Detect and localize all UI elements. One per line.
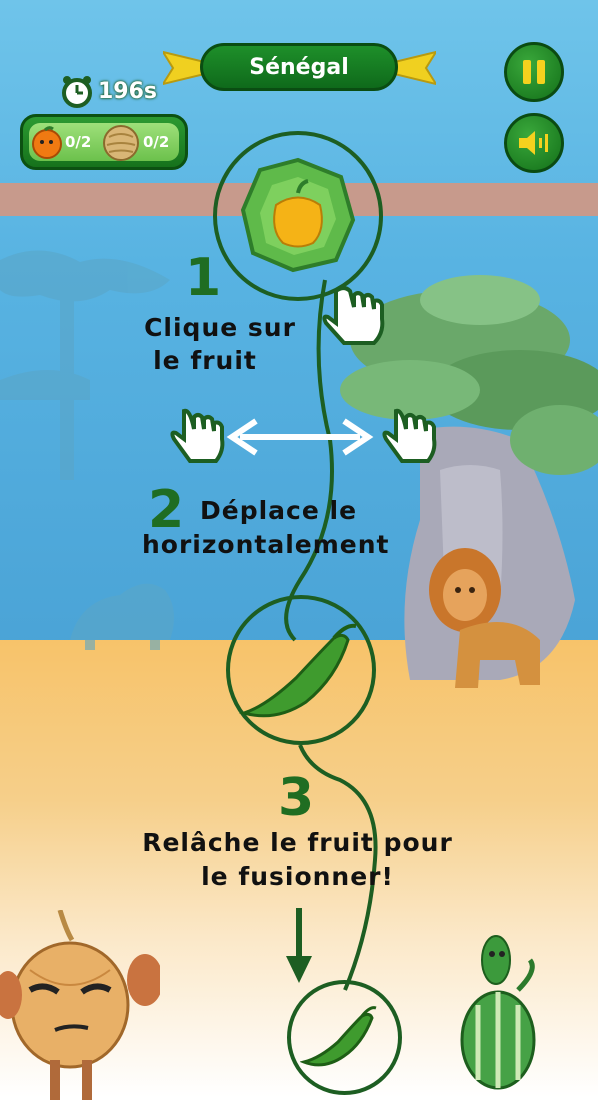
step2-line2: horizontalement: [142, 530, 390, 559]
double-arrow-icon: [226, 418, 374, 456]
level-title: Sénégal: [200, 43, 398, 91]
step2-line1: Déplace le: [200, 496, 358, 525]
onion-character-icon: [0, 910, 160, 1100]
speaker-icon: [519, 131, 548, 155]
green-chili-icon[interactable]: [236, 618, 366, 728]
pause-button[interactable]: [504, 42, 564, 102]
horizontal-arrow: [170, 408, 437, 463]
step1-line2: le fruit: [153, 346, 257, 375]
down-arrow-icon: [286, 908, 312, 983]
left-hand-icon: [170, 408, 225, 463]
coconut-icon: [103, 125, 139, 161]
pause-icon: [523, 60, 545, 84]
step1-number: 1: [185, 248, 222, 308]
step1-line1: Clique sur: [144, 313, 296, 342]
alarm-clock-icon: [62, 76, 92, 108]
sound-button[interactable]: [504, 113, 564, 173]
timer: 196s: [60, 74, 157, 108]
step3-line1: Relâche le fruit pour: [142, 828, 453, 857]
timer-value: 196s: [98, 78, 158, 104]
step3-number: 3: [278, 768, 315, 828]
goal-counter-panel: 0/2 0/2: [20, 114, 188, 170]
hand-pointer-icon: [322, 286, 385, 345]
step3-line2: le fusionner!: [201, 862, 394, 891]
right-hand-icon: [382, 408, 437, 463]
level-title-text: Sénégal: [249, 54, 349, 80]
orange-icon: [32, 126, 62, 159]
gourd-character-icon: [460, 935, 536, 1090]
orange-count: 0/2: [65, 133, 92, 151]
coconut-count: 0/2: [143, 133, 170, 151]
gem-pepper-tile[interactable]: [238, 155, 358, 275]
small-chili-icon: [300, 1006, 377, 1067]
